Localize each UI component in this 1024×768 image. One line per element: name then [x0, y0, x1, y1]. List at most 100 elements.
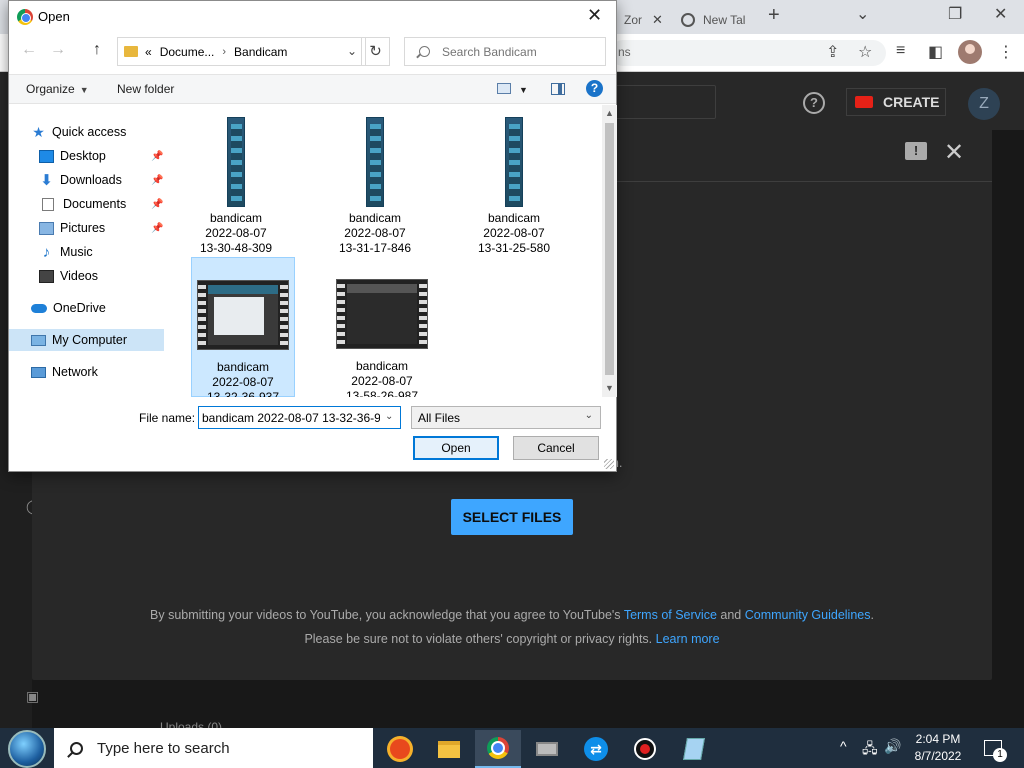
browser-tab-zor[interactable]: Zor ✕ — [624, 6, 663, 34]
sidepanel-icon[interactable]: ◧ — [928, 42, 943, 62]
breadcrumb-separator: › — [222, 45, 227, 58]
navigation-pane: ★ Quick access Desktop ⬇ Downloads Docum… — [9, 105, 172, 397]
nav-videos[interactable]: Videos — [39, 265, 98, 287]
pin-icon[interactable]: 📌 — [151, 199, 163, 210]
nav-pictures[interactable]: Pictures — [39, 217, 105, 239]
organize-button[interactable]: Organize ▼ — [26, 82, 89, 96]
package-glyph — [536, 742, 558, 756]
refresh-button[interactable]: ↻ — [361, 37, 390, 66]
download-icon: ⬇ — [40, 172, 53, 189]
profile-icon[interactable] — [958, 40, 982, 64]
terms-link[interactable]: Terms of Service — [624, 608, 717, 622]
change-view-icon[interactable] — [497, 83, 511, 94]
feedback-sidebar-icon[interactable]: ▣ — [26, 688, 39, 705]
window-close-icon[interactable]: ✕ — [994, 4, 1007, 24]
back-arrow-icon[interactable]: ← — [21, 41, 37, 59]
nav-quick-access[interactable]: ★ Quick access — [31, 121, 126, 143]
help-icon[interactable]: ? — [586, 80, 603, 97]
preview-pane-icon[interactable] — [551, 83, 565, 95]
restore-icon[interactable]: ❐ — [948, 4, 962, 24]
file-item[interactable]: bandicam 2022-08-07 13-58-26-987 — [330, 257, 434, 397]
share-icon[interactable]: ⇪ — [826, 42, 839, 62]
chevron-down-icon[interactable]: ⌄ — [385, 411, 393, 422]
clock[interactable]: 2:04 PM 8/7/2022 — [905, 731, 971, 765]
create-button[interactable]: CREATE — [846, 88, 946, 116]
file-item-selected[interactable]: bandicam 2022-08-07 13-32-36-937 — [191, 257, 295, 397]
file-item[interactable]: bandicam 2022-08-07 13-30-48-309 — [184, 109, 288, 256]
file-name-label: File name: — [139, 411, 196, 425]
tab-search-icon[interactable]: ⌄ — [856, 4, 869, 24]
legal-and: and — [720, 608, 742, 622]
learn-more-link[interactable]: Learn more — [656, 632, 720, 646]
sun-app-icon[interactable] — [377, 730, 423, 768]
tray-chevron-icon[interactable]: ^ — [840, 738, 847, 754]
view-options-caret-icon[interactable]: ▼ — [519, 85, 528, 95]
teamviewer-icon[interactable]: ⇄ — [573, 730, 619, 768]
nav-my-computer[interactable]: My Computer — [9, 329, 164, 351]
nav-desktop[interactable]: Desktop — [39, 145, 106, 167]
file-item[interactable]: bandicam 2022-08-07 13-31-17-846 — [323, 109, 427, 256]
volume-icon[interactable]: 🔊 — [884, 738, 901, 755]
network-icon[interactable]: 🖧 — [862, 738, 878, 762]
new-folder-button[interactable]: New folder — [117, 82, 174, 96]
file-item[interactable]: bandicam 2022-08-07 13-31-25-580 — [462, 109, 566, 256]
video-frame-window — [214, 297, 264, 335]
open-button[interactable]: Open — [413, 436, 499, 460]
address-path[interactable]: « Docume... › Bandicam ⌄ — [117, 37, 366, 66]
scrollbar[interactable]: ▲ ▼ — [602, 105, 617, 397]
guidelines-link[interactable]: Community Guidelines — [745, 608, 871, 622]
breadcrumb-documents[interactable]: Docume... — [160, 45, 215, 59]
resize-grip[interactable] — [604, 459, 614, 469]
pin-icon[interactable]: 📌 — [151, 223, 163, 234]
scroll-down-icon[interactable]: ▼ — [605, 383, 614, 393]
avatar[interactable]: Z — [968, 88, 1000, 120]
notes-icon[interactable] — [671, 730, 717, 768]
image-thumbnail — [505, 117, 523, 207]
nav-network[interactable]: Network — [31, 361, 98, 383]
tab-close-icon[interactable]: ✕ — [652, 12, 663, 28]
file-name: bandicam — [348, 211, 402, 225]
forward-arrow-icon[interactable]: → — [50, 41, 66, 59]
nav-label: OneDrive — [53, 301, 106, 315]
nav-onedrive[interactable]: OneDrive — [31, 297, 106, 319]
tab-label: New Tal — [703, 13, 746, 27]
up-arrow-icon[interactable]: ↑ — [93, 41, 101, 59]
nav-music[interactable]: ♪ Music — [39, 241, 93, 263]
file-explorer-icon[interactable] — [426, 730, 472, 768]
pin-icon[interactable]: 📌 — [151, 175, 163, 186]
chrome-icon[interactable] — [475, 730, 521, 768]
chevron-down-icon[interactable]: ⌄ — [347, 44, 357, 58]
modal-close-icon[interactable]: ✕ — [944, 138, 964, 167]
cancel-button[interactable]: Cancel — [513, 436, 599, 460]
search-input[interactable] — [442, 44, 592, 59]
browser-tab-new-tab[interactable]: New Tal — [681, 6, 745, 34]
search-field[interactable] — [404, 37, 606, 66]
folder-glyph — [438, 740, 460, 758]
taskbar-search[interactable]: Type here to search — [54, 728, 373, 768]
breadcrumb-bandicam[interactable]: Bandicam — [234, 45, 287, 59]
nav-label: Pictures — [60, 221, 106, 235]
media-icon[interactable]: ≡ — [896, 42, 905, 60]
feedback-icon[interactable]: ! — [905, 142, 927, 160]
address-bar[interactable]: ns — [610, 40, 886, 66]
scroll-up-icon[interactable]: ▲ — [605, 108, 614, 118]
file-name-input[interactable] — [198, 406, 401, 429]
nav-documents[interactable]: Documents — [42, 193, 126, 215]
star-icon[interactable]: ☆ — [858, 42, 872, 62]
videos-icon — [39, 269, 54, 283]
file-type-select[interactable]: All Files ⌄ — [411, 406, 601, 429]
help-icon[interactable]: ? — [803, 92, 825, 114]
nav-downloads[interactable]: ⬇ Downloads — [39, 169, 122, 191]
create-camera-icon — [855, 96, 873, 108]
select-files-button[interactable]: SELECT FILES — [451, 499, 573, 535]
start-button[interactable] — [8, 730, 46, 768]
record-glyph — [634, 738, 656, 760]
scrollbar-thumb[interactable] — [605, 123, 614, 375]
path-overflow[interactable]: « — [145, 45, 152, 59]
pin-icon[interactable]: 📌 — [151, 151, 163, 162]
package-icon[interactable] — [524, 730, 570, 768]
new-tab-button[interactable]: + — [768, 4, 780, 27]
menu-icon[interactable]: ⋮ — [998, 42, 1014, 62]
recorder-icon[interactable] — [622, 730, 668, 768]
dialog-close-icon[interactable]: ✕ — [587, 5, 602, 26]
